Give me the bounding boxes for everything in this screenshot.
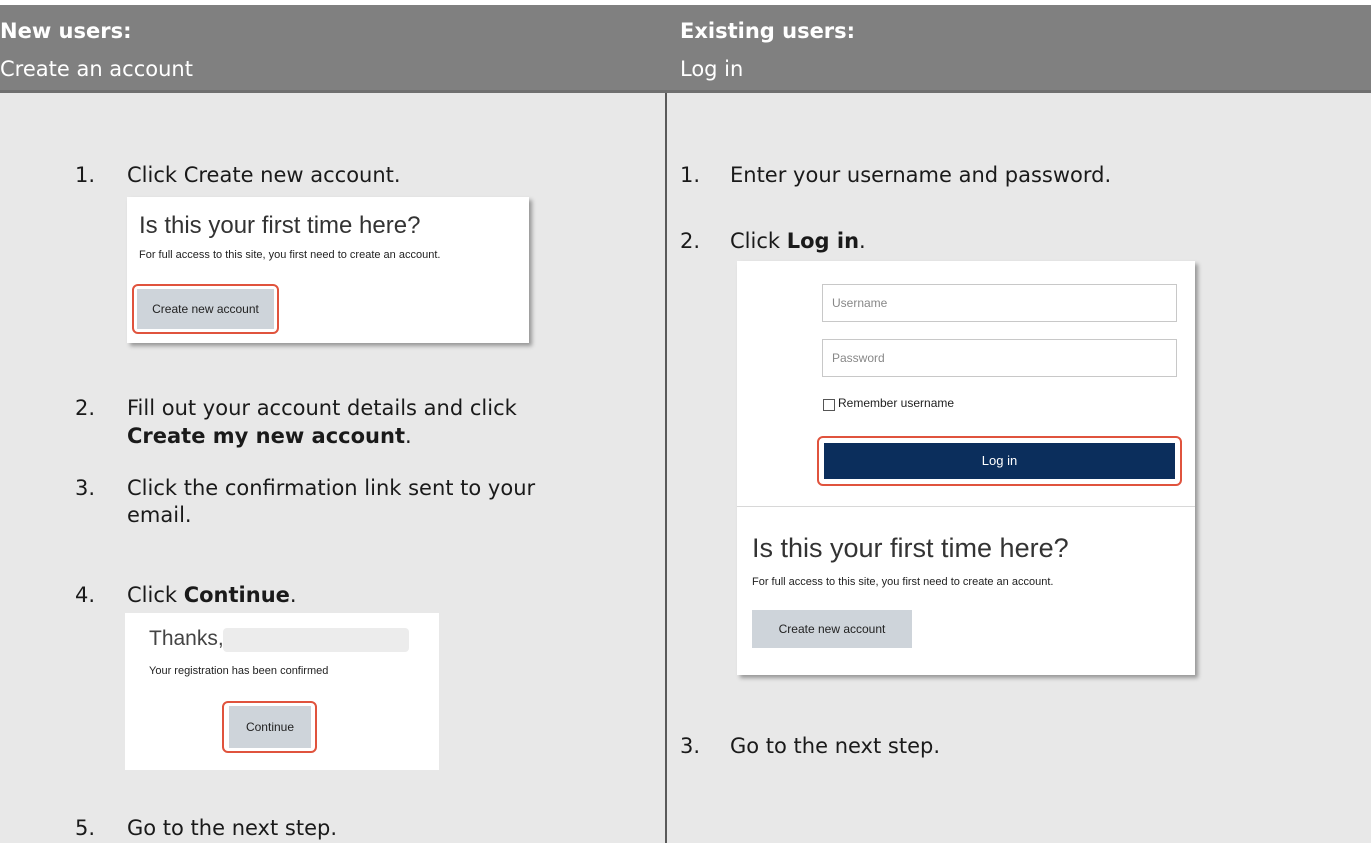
step-number: 1. [680,163,701,187]
step-number: 2. [75,396,96,420]
step-bold-text: Create my new account [127,424,405,448]
thanks-message: Your registration has been confirmed [149,665,329,677]
password-field[interactable]: Password [822,339,1177,377]
step-text: Go to the next step. [127,816,337,840]
new-users-panel: 1. Click Create new account. Is this you… [0,93,665,843]
step-number: 3. [75,476,96,500]
step-punct: . [859,229,866,253]
step-number: 2. [680,229,701,253]
step-number: 3. [680,734,701,758]
first-time-heading: Is this your first time here? [752,533,1069,563]
header-existing-users-subtitle: Log in [680,57,744,81]
step-punct: . [289,583,297,607]
new-step-2-line2: Create my new account. [127,424,412,448]
step-number: 4. [75,583,96,607]
step-bold-text: Log in [786,229,860,253]
step-bold-text: Continue [183,583,290,607]
first-time-screenshot: Is this your first time here? For full a… [127,197,529,343]
header-new-users: New users: Create an account [0,5,667,90]
first-time-heading: Is this your first time here? [139,212,421,239]
step-text: Click [730,229,787,253]
header-existing-users-title: Existing users: [680,19,856,43]
existing-users-panel: 1. Enter your username and password. 2. … [667,93,1371,843]
login-screenshot: Username Password Remember username Log … [737,261,1195,675]
create-new-account-button[interactable]: Create new account [752,610,912,648]
thanks-heading: Thanks, [149,627,224,650]
highlight-outline [222,701,317,753]
header-existing-users: Existing users: Log in [667,5,1371,90]
step-text: Click the confirmation link sent to your [127,476,536,500]
instructions-page: New users: Create an account Existing us… [0,0,1371,843]
username-field[interactable]: Username [822,284,1177,322]
new-step-3-line2: email. [127,503,192,527]
step-text-wrap: Click Continue. [127,583,297,607]
remember-label: Remember username [838,396,955,410]
remember-checkbox[interactable] [823,399,835,411]
step-text: Go to the next step. [730,734,940,758]
blurred-name [223,628,409,652]
step-number: 5. [75,816,96,840]
step-number: 1. [75,163,96,187]
step-text: Click [127,583,184,607]
first-time-description: For full access to this site, you first … [752,576,1054,588]
step-text: Enter your username and password. [730,163,1112,187]
step-punct: . [405,424,412,448]
highlight-outline [132,284,279,334]
step-text: Fill out your account details and click [127,396,517,420]
section-divider [737,506,1195,507]
step-text: Click Create new account. [127,163,401,187]
step-text-wrap: Click Log in. [730,229,866,253]
highlight-outline [817,436,1182,486]
thanks-screenshot: Thanks, Your registration has been confi… [125,613,439,770]
first-time-description: For full access to this site, you first … [139,249,441,261]
header-new-users-title: New users: [0,19,132,43]
header-new-users-subtitle: Create an account [0,57,193,81]
